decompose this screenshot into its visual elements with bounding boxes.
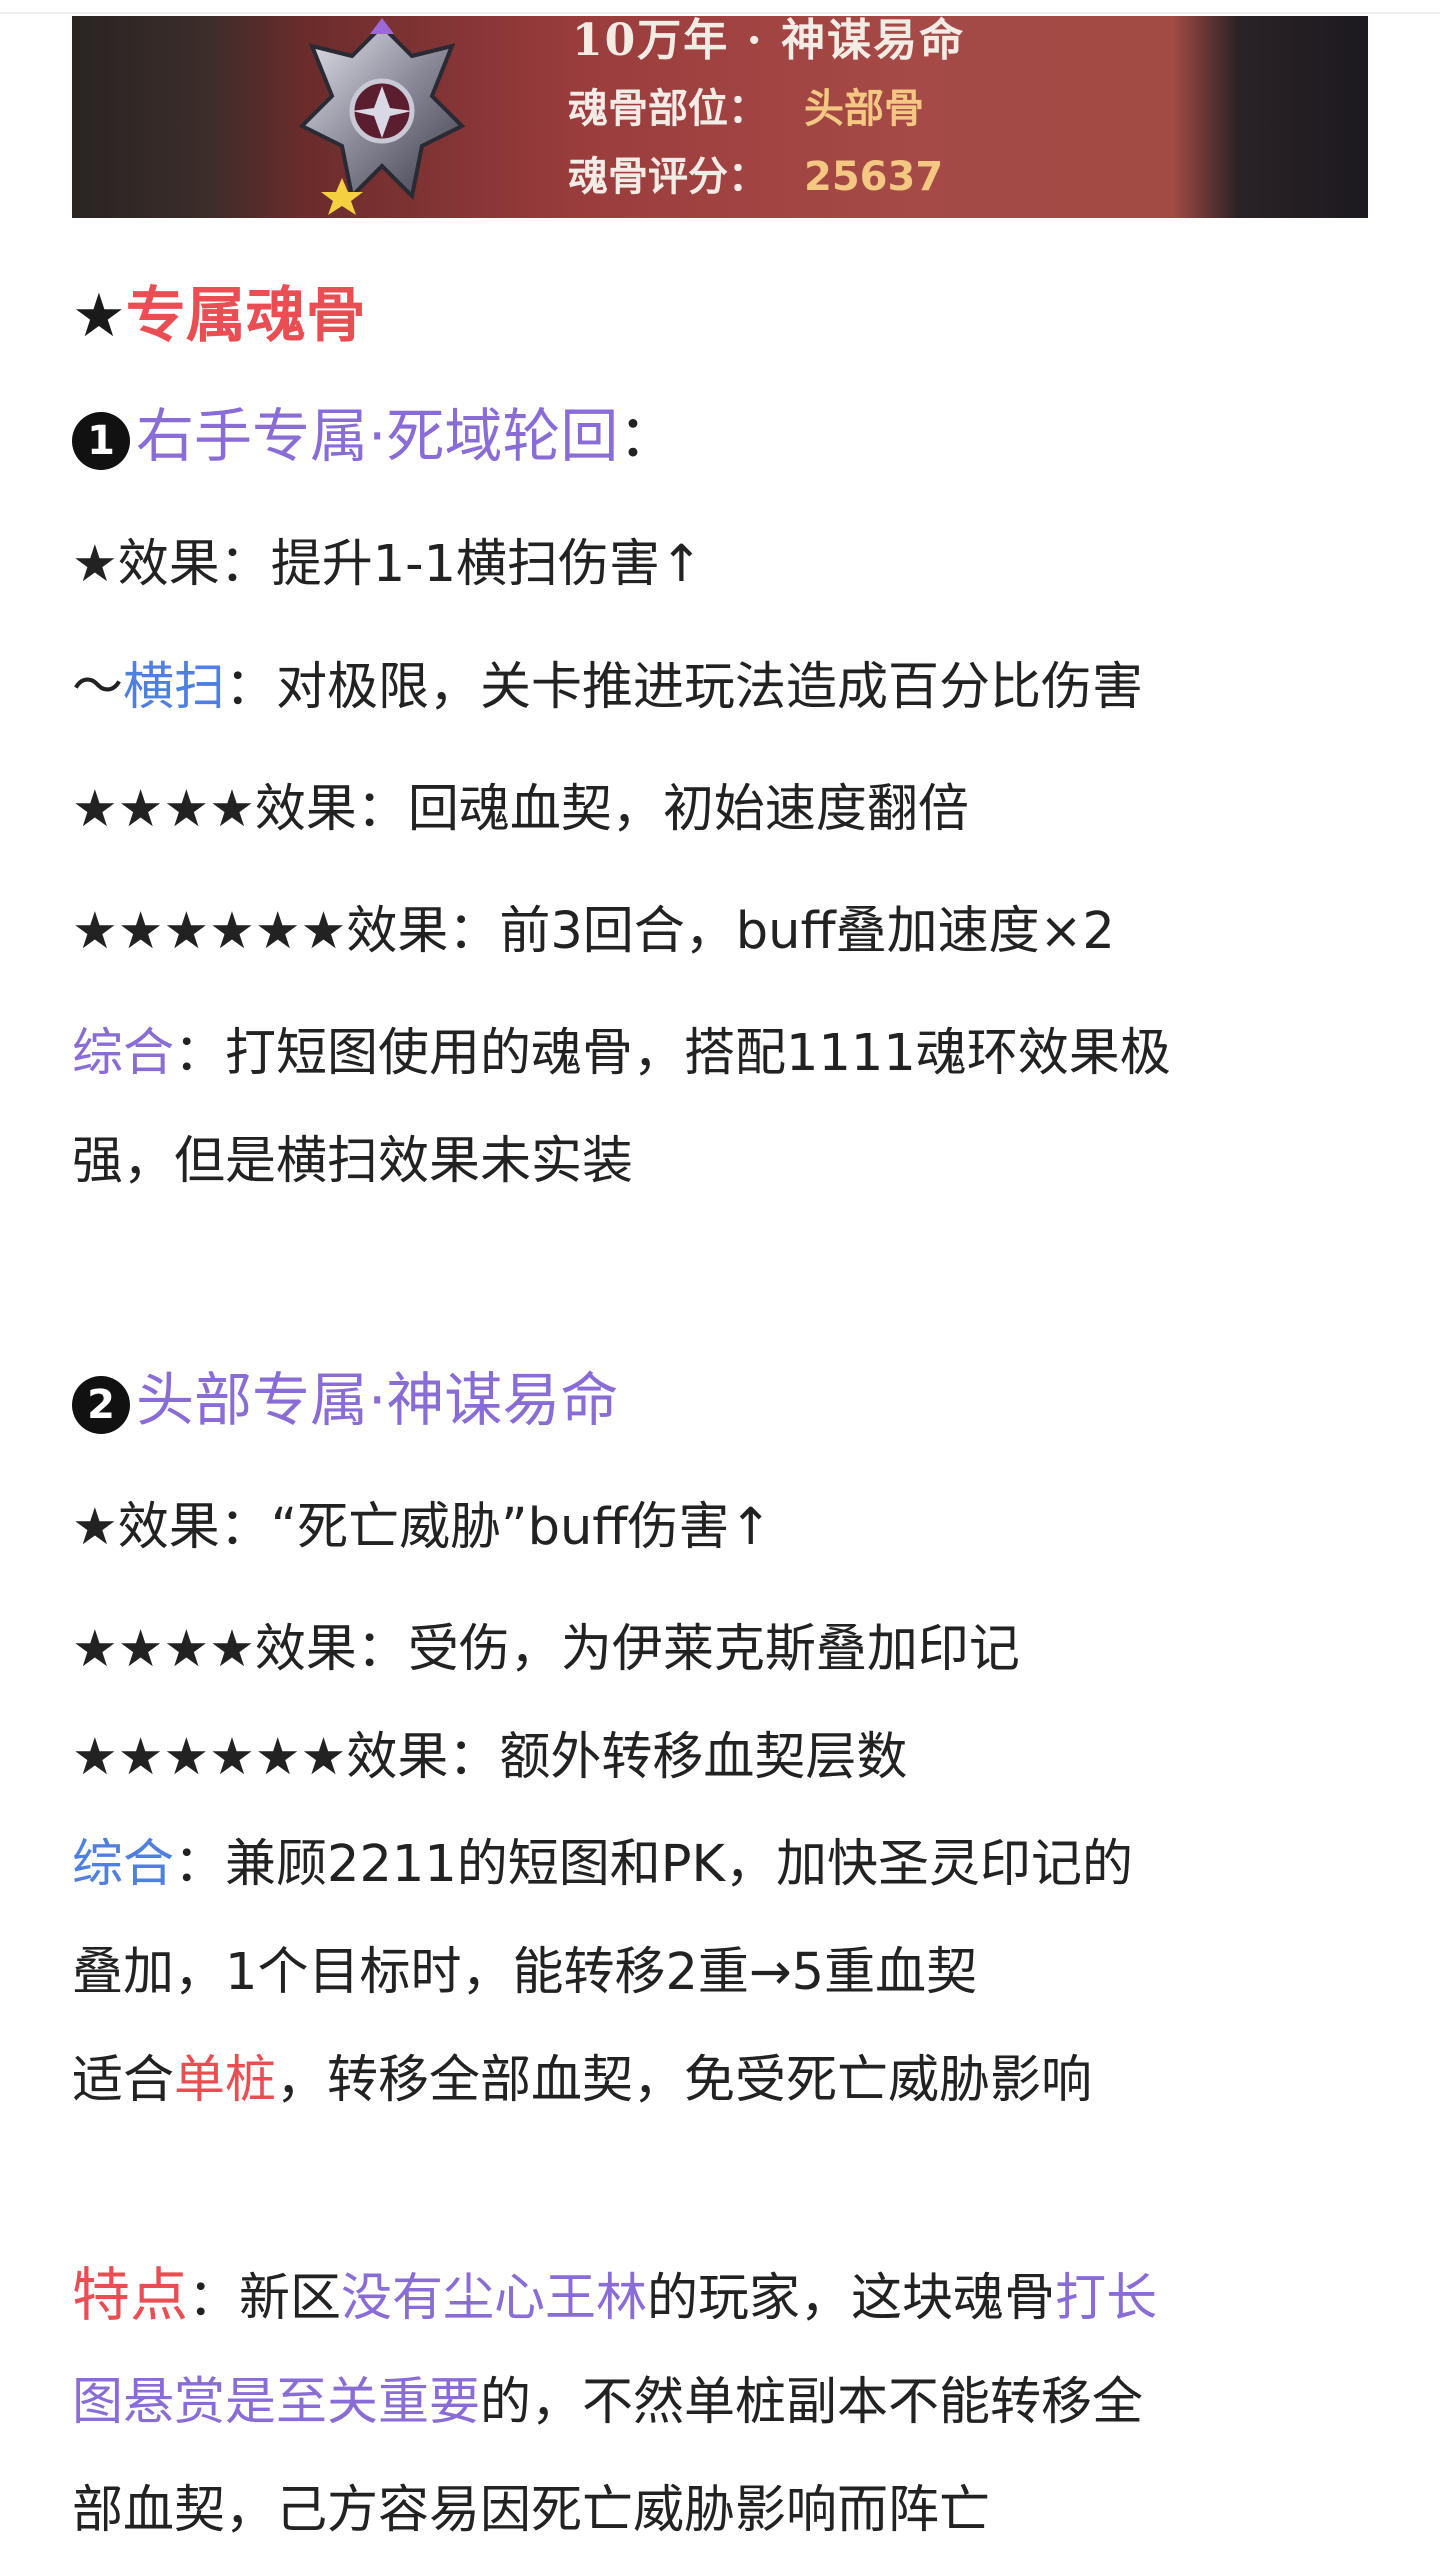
item1-summary-text1: ：打短图使用的魂骨，搭配1111魂环效果极 (174, 1024, 1171, 1083)
item2-summary-text1: ：兼顾2211的短图和PK，加快圣灵印记的 (174, 1835, 1134, 1894)
item1-colon: ： (618, 402, 677, 470)
item2-effect1-prefix: ★效果： (72, 1498, 271, 1557)
banner-position-value: 头部骨 (804, 86, 924, 132)
item1-summary-term: 综合 (72, 1024, 175, 1083)
soul-bone-banner-image: 10万年 · 神谋易命 魂骨部位： 头部骨 魂骨评分： 25637 (72, 16, 1368, 218)
item2-effect4-text: 受伤，为伊莱克斯叠加印记 (407, 1620, 1020, 1679)
banner-score-label: 魂骨评分： (568, 154, 768, 200)
item2-summary-term: 综合 (72, 1835, 175, 1894)
item2-effect4-prefix: ★★★★效果： (72, 1620, 408, 1679)
feature-term: 特点 (72, 2261, 189, 2329)
item2-fit-term: 单桩 (174, 2051, 277, 2110)
item2-effect6-text: 额外转移血契层数 (499, 1728, 908, 1787)
item2-badge: 2 (72, 1376, 130, 1434)
banner-position-label: 魂骨部位： (568, 86, 768, 132)
item1-sweep-text: ：对极限，关卡推进玩法造成百分比伤害 (225, 658, 1144, 717)
item1-effect6-prefix: ★★★★★★效果： (72, 902, 500, 961)
item1-name: 右手专属·死域轮回 (136, 402, 619, 470)
feature-link1: 没有尘心王林 (341, 2269, 648, 2328)
item1-sweep-prefix: ～ (72, 658, 124, 717)
item2-effect6: ★★★★★★效果：额外转移血契层数 (72, 1730, 1382, 1786)
item2-summary-line1: 综合：兼顾2211的短图和PK，加快圣灵印记的 (72, 1837, 1382, 1893)
feature-line3: 部血契，己方容易因死亡威胁影响而阵亡 (72, 2481, 991, 2540)
feature-text-a: ：新区 (188, 2269, 342, 2328)
item1-badge: 1 (72, 412, 130, 470)
item1-effect6: ★★★★★★效果：前3回合，buff叠加速度×2 (72, 904, 1382, 960)
banner-position-row: 魂骨部位： 头部骨 (568, 76, 924, 134)
feature-text-c: 的，不然单桩副本不能转移全 (480, 2373, 1144, 2432)
item1-summary-line1: 综合：打短图使用的魂骨，搭配1111魂环效果极 (72, 1026, 1382, 1082)
item1-effect1-text: 提升1-1横扫伤害↑ (270, 535, 703, 594)
item2-effect6-prefix: ★★★★★★效果： (72, 1728, 500, 1787)
section-title: 专属魂骨 (125, 281, 366, 351)
item1-effect4-prefix: ★★★★效果： (72, 780, 408, 839)
item2-fit-a: 适合 (72, 2051, 175, 2110)
item1-sweep: ～横扫：对极限，关卡推进玩法造成百分比伤害 (72, 660, 1382, 716)
item1-effect1-prefix: ★效果： (72, 535, 271, 594)
feature-line2: 图悬赏是至关重要的，不然单桩副本不能转移全 (72, 2375, 1382, 2431)
section-star: ★ (72, 281, 126, 351)
item1-summary-line2: 强，但是横扫效果未实装 (72, 1132, 634, 1191)
item2-name: 头部专属·神谋易命 (136, 1366, 619, 1434)
item1-heading: 1 右手专属·死域轮回： (72, 407, 1382, 470)
banner-title: 10万年 · 神谋易命 (572, 16, 966, 66)
top-divider (0, 12, 1440, 14)
item2-heading: 2 头部专属·神谋易命 (72, 1371, 1382, 1434)
item2-fit-line: 适合单桩，转移全部血契，免受死亡威胁影响 (72, 2053, 1382, 2109)
section-heading: ★专属魂骨 (72, 286, 1382, 346)
item1-effect4: ★★★★效果：回魂血契，初始速度翻倍 (72, 782, 1382, 838)
item1-effect6-text: 前3回合，buff叠加速度×2 (499, 902, 1115, 961)
item2-fit-b: ，转移全部血契，免受死亡威胁影响 (276, 2051, 1093, 2110)
item1-effect4-text: 回魂血契，初始速度翻倍 (407, 780, 969, 839)
item2-summary-line2: 叠加，1个目标时，能转移2重→5重血契 (72, 1943, 978, 2002)
item2-effect1-text: “死亡威胁”buff伤害↑ (270, 1498, 773, 1557)
banner-score-row: 魂骨评分： 25637 (568, 144, 943, 202)
banner-score-value: 25637 (804, 154, 944, 200)
item2-effect4: ★★★★效果：受伤，为伊莱克斯叠加印记 (72, 1622, 1382, 1678)
feature-line1: 特点：新区没有尘心王林的玩家，这块魂骨打长 (72, 2266, 1382, 2328)
feature-link2b: 图悬赏是至关重要 (72, 2373, 481, 2432)
feature-link2a: 打长 (1055, 2269, 1158, 2328)
item1-effect1: ★效果：提升1-1横扫伤害↑ (72, 537, 1382, 593)
soul-bone-crest-icon (298, 18, 466, 215)
feature-text-b: 的玩家，这块魂骨 (647, 2269, 1056, 2328)
item2-effect1: ★效果：“死亡威胁”buff伤害↑ (72, 1500, 1382, 1556)
item1-sweep-term: 横扫 (123, 658, 226, 717)
